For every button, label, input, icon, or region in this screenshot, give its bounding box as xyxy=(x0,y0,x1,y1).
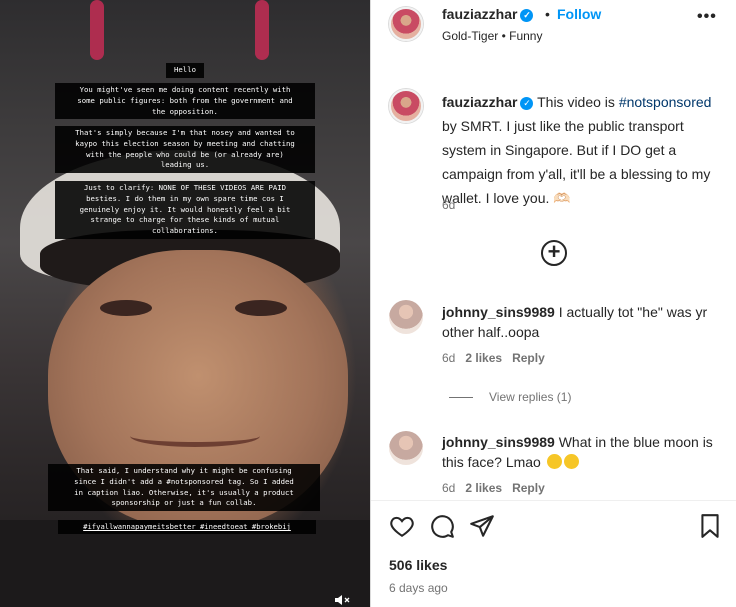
story-text-hello: Hello xyxy=(166,63,204,78)
verified-icon: ✓ xyxy=(520,8,534,22)
mouth xyxy=(130,425,260,447)
follow-button[interactable]: Follow xyxy=(557,6,601,22)
avatar[interactable] xyxy=(389,7,423,41)
post-timestamp[interactable]: 6 days ago xyxy=(389,581,448,595)
action-bar: 506 likes 6 days ago xyxy=(371,500,736,600)
view-replies-button[interactable]: View replies (1) xyxy=(449,390,571,404)
caption-text-start: This video is xyxy=(537,94,619,110)
separator-dot: • xyxy=(545,6,550,22)
comment-reply-button[interactable]: Reply xyxy=(512,481,545,495)
verified-icon: ✓ xyxy=(520,96,534,110)
load-more-comments-button[interactable]: + xyxy=(541,240,567,266)
likes-count[interactable]: 506 likes xyxy=(389,557,447,573)
caption-username[interactable]: fauziazzhar xyxy=(442,94,517,110)
caption-hashtag[interactable]: #notsponsored xyxy=(619,94,712,110)
comment-username[interactable]: johnny_sins9989 xyxy=(442,434,555,450)
comment-username[interactable]: johnny_sins9989 xyxy=(442,304,555,320)
share-send-icon[interactable] xyxy=(469,513,495,539)
comment-meta: 6d 2 likes Reply xyxy=(442,481,545,495)
rofl-emoji-icon xyxy=(546,454,562,469)
comment-bubble-icon[interactable] xyxy=(429,513,455,539)
story-text-reason: That's simply because I'm that nosey and… xyxy=(55,126,315,174)
train-strap xyxy=(90,0,104,60)
instagram-post: Hello You might've seen me doing content… xyxy=(0,0,736,607)
mute-icon[interactable] xyxy=(334,595,350,605)
story-hashtags: #ifyallwannapaymeitsbetter #ineedtoeat #… xyxy=(58,520,316,534)
story-text-disclaimer: That said, I understand why it might be … xyxy=(48,464,320,512)
post-details-panel: fauziazzhar ✓ • Follow Gold-Tiger • Funny… xyxy=(370,0,736,607)
rofl-emoji-icon xyxy=(563,454,579,469)
view-replies-label[interactable]: View replies (1) xyxy=(489,390,571,404)
more-options-icon[interactable]: ••• xyxy=(697,8,717,26)
comment-age[interactable]: 6d xyxy=(442,481,455,495)
author-username[interactable]: fauziazzhar ✓ xyxy=(442,6,534,22)
save-bookmark-icon[interactable] xyxy=(697,513,723,539)
comment-likes[interactable]: 2 likes xyxy=(465,481,502,495)
story-text-intro: You might've seen me doing content recen… xyxy=(55,83,315,120)
story-hashtags-text: #ifyallwannapaymeitsbetter #ineedtoeat #… xyxy=(83,522,291,531)
post-header: fauziazzhar ✓ • Follow Gold-Tiger • Funny… xyxy=(371,0,736,56)
comment-age[interactable]: 6d xyxy=(442,351,455,365)
comment: johnny_sins9989 What in the blue moon is… xyxy=(442,432,730,472)
comment-reply-button[interactable]: Reply xyxy=(512,351,545,365)
caption-age[interactable]: 6d xyxy=(442,198,455,212)
author-username-text[interactable]: fauziazzhar xyxy=(442,6,517,22)
post-media[interactable]: Hello You might've seen me doing content… xyxy=(0,0,370,607)
caption-text-end: by SMRT. I just like the public transpor… xyxy=(442,118,711,206)
comment-meta: 6d 2 likes Reply xyxy=(442,351,545,365)
eye xyxy=(100,300,152,316)
like-heart-icon[interactable] xyxy=(389,513,415,539)
commenter-avatar[interactable] xyxy=(389,300,423,334)
commenter-avatar[interactable] xyxy=(389,431,423,465)
divider xyxy=(449,397,473,399)
eye xyxy=(235,300,287,316)
caption-avatar[interactable] xyxy=(389,89,423,123)
comment: johnny_sins9989 I actually tot "he" was … xyxy=(442,302,730,342)
train-strap xyxy=(255,0,269,60)
story-text-clarify: Just to clarify: NONE OF THESE VIDEOS AR… xyxy=(55,181,315,239)
comment-likes[interactable]: 2 likes xyxy=(465,351,502,365)
post-subline[interactable]: Gold-Tiger • Funny xyxy=(442,29,542,43)
post-caption: fauziazzhar ✓ This video is #notsponsored… xyxy=(442,90,730,210)
